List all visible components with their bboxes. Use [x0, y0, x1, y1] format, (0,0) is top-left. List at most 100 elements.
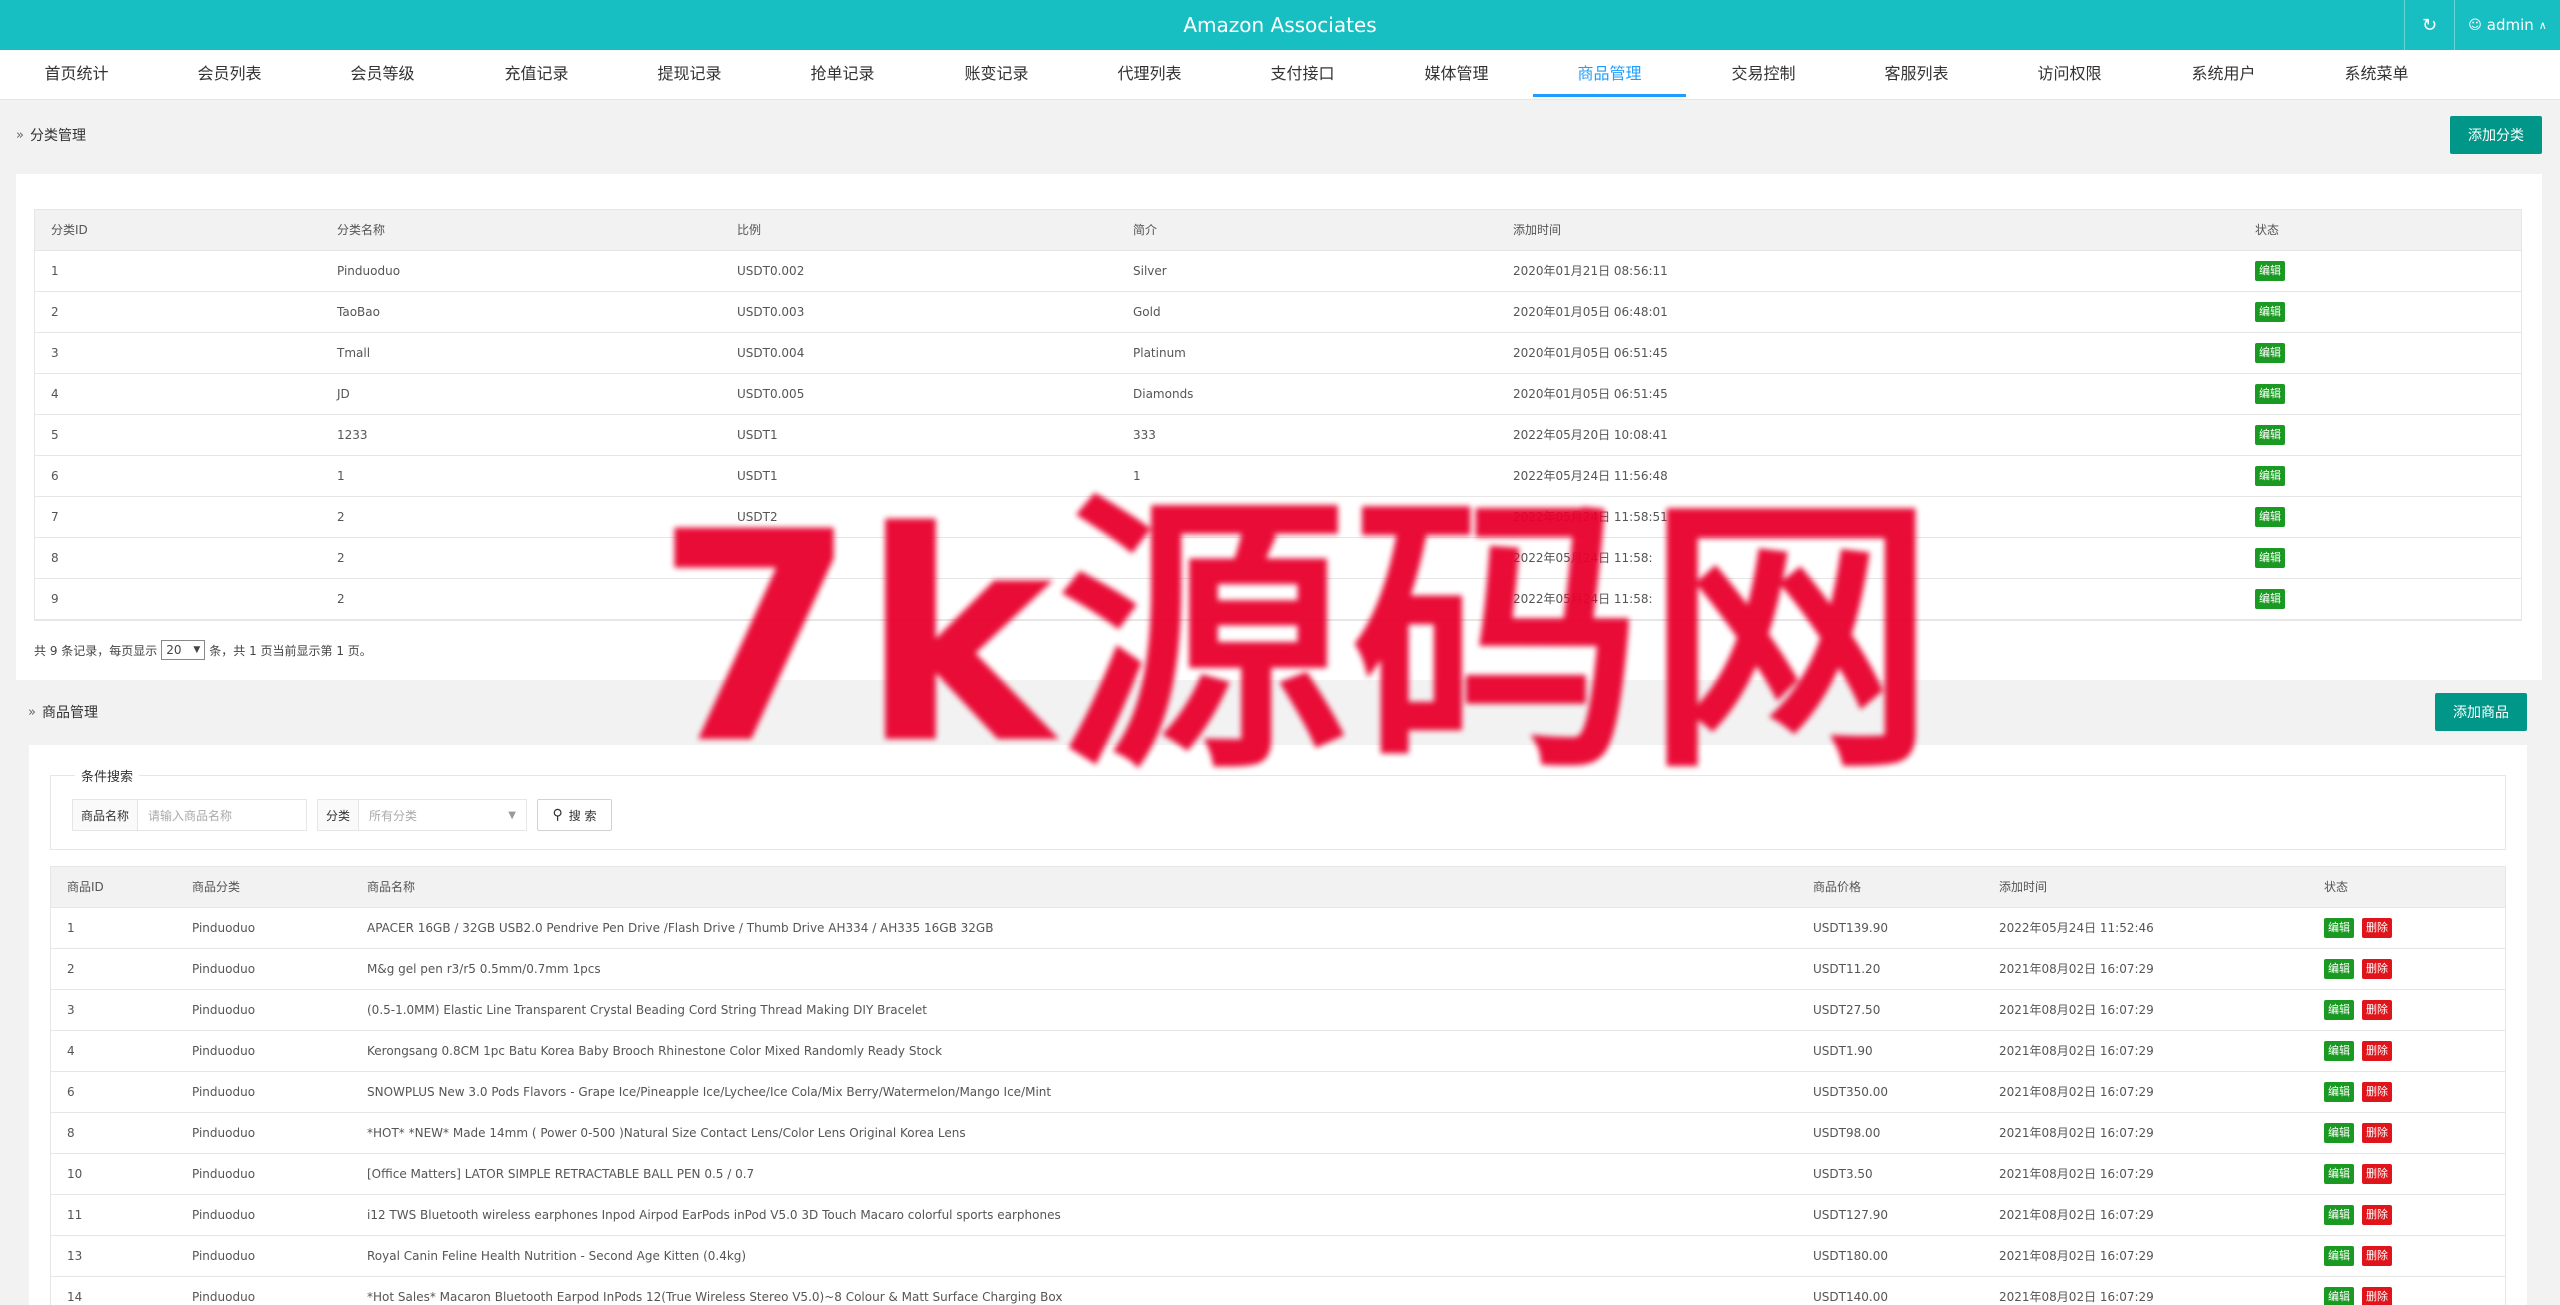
nav-item[interactable]: 账变记录	[920, 50, 1073, 98]
double-chevron-icon: »	[28, 704, 36, 720]
table-cell: USDT2	[721, 496, 1117, 538]
nav-item[interactable]: 商品管理	[1533, 50, 1686, 97]
product-name-input[interactable]: 请输入商品名称	[138, 800, 306, 830]
table-row: 2 Pinduoduo M&g gel pen r3/r5 0.5mm/0.7mm …	[51, 948, 2505, 990]
table-cell: 2021年08月02日 16:07:29	[1983, 1071, 2308, 1113]
status-cell: 编辑	[2239, 537, 2521, 579]
edit-button[interactable]: 编辑	[2255, 588, 2285, 609]
status-cell: 编辑 删除	[2308, 989, 2505, 1031]
table-cell: 10	[51, 1153, 176, 1195]
nav-item[interactable]: 客服列表	[1840, 50, 1993, 98]
table-cell: 2021年08月02日 16:07:29	[1983, 989, 2308, 1031]
table-cell: 2020年01月05日 06:48:01	[1497, 291, 2239, 333]
add-product-button[interactable]: 添加商品	[2435, 693, 2527, 731]
edit-button[interactable]: 编辑	[2324, 917, 2354, 938]
delete-button[interactable]: 删除	[2362, 1286, 2392, 1305]
refresh-button[interactable]: ↻	[2404, 0, 2454, 50]
table-cell: Pinduoduo	[176, 1112, 351, 1154]
category-filter-label: 分类	[318, 800, 360, 830]
edit-button[interactable]: 编辑	[2255, 506, 2285, 527]
nav-item[interactable]: 抢单记录	[766, 50, 919, 98]
edit-button[interactable]: 编辑	[2324, 1163, 2354, 1184]
table-cell: 2021年08月02日 16:07:29	[1983, 1276, 2308, 1305]
delete-button[interactable]: 删除	[2362, 958, 2392, 979]
search-legend: 条件搜索	[75, 766, 140, 785]
edit-button[interactable]: 编辑	[2324, 1245, 2354, 1266]
per-page-value: 20	[166, 643, 182, 657]
edit-button[interactable]: 编辑	[2324, 999, 2354, 1020]
refresh-icon: ↻	[2421, 14, 2438, 36]
nav-item[interactable]: 系统用户	[2147, 50, 2300, 98]
edit-button[interactable]: 编辑	[2255, 260, 2285, 281]
table-cell: 13	[51, 1235, 176, 1277]
nav-item[interactable]: 会员列表	[153, 50, 306, 98]
table-cell	[721, 578, 1117, 620]
nav-item[interactable]: 访问权限	[1993, 50, 2146, 98]
table-row: 1 Pinduoduo USDT0.002 Silver 2020年01月21日 08:…	[35, 250, 2521, 292]
edit-button[interactable]: 编辑	[2324, 1122, 2354, 1143]
nav-item[interactable]: 充值记录	[460, 50, 613, 98]
top-header: Amazon Associates ↻ ☺ admin ∧	[0, 0, 2560, 50]
nav-item[interactable]: 会员等级	[306, 50, 459, 98]
table-row: 7 2 USDT2 2022年05月24日 11:58:51 编辑	[35, 496, 2521, 538]
table-cell: 2020年01月05日 06:51:45	[1497, 373, 2239, 415]
nav-item[interactable]: 提现记录	[613, 50, 766, 98]
table-cell: 2	[321, 496, 721, 538]
delete-button[interactable]: 删除	[2362, 1122, 2392, 1143]
nav-item[interactable]: 首页统计	[0, 50, 153, 98]
edit-button[interactable]: 编辑	[2324, 958, 2354, 979]
table-cell: USDT1	[721, 455, 1117, 497]
nav-item[interactable]: 媒体管理	[1380, 50, 1533, 98]
edit-button[interactable]: 编辑	[2255, 465, 2285, 486]
caret-down-icon: ▼	[508, 809, 516, 821]
edit-button[interactable]: 编辑	[2255, 547, 2285, 568]
column-header: 添加时间	[1497, 210, 2239, 251]
nav-item[interactable]: 交易控制	[1687, 50, 1840, 98]
per-page-select[interactable]: 20 ▼	[161, 640, 206, 660]
nav-item[interactable]: 系统菜单	[2300, 50, 2453, 98]
table-cell: (0.5-1.0MM) Elastic Line Transparent Cry…	[351, 989, 1797, 1031]
delete-button[interactable]: 删除	[2362, 917, 2392, 938]
pager-prefix: 共 9 条记录，每页显示	[34, 643, 158, 658]
table-cell: 7	[35, 496, 321, 538]
search-button[interactable]: ⚲ 搜 索	[537, 799, 612, 831]
add-category-button[interactable]: 添加分类	[2450, 116, 2542, 154]
status-cell: 编辑	[2239, 291, 2521, 333]
delete-button[interactable]: 删除	[2362, 999, 2392, 1020]
edit-button[interactable]: 编辑	[2255, 342, 2285, 363]
table-cell: USDT350.00	[1797, 1071, 1983, 1113]
category-filter-select[interactable]: 所有分类	[359, 800, 508, 830]
table-cell: 14	[51, 1276, 176, 1305]
delete-button[interactable]: 删除	[2362, 1245, 2392, 1266]
table-cell: Gold	[1117, 291, 1497, 333]
table-cell: 2021年08月02日 16:07:29	[1983, 948, 2308, 990]
table-cell: Pinduoduo	[176, 948, 351, 990]
column-header: 状态	[2239, 210, 2521, 251]
delete-button[interactable]: 删除	[2362, 1163, 2392, 1184]
edit-button[interactable]: 编辑	[2324, 1204, 2354, 1225]
status-cell: 编辑	[2239, 373, 2521, 415]
edit-button[interactable]: 编辑	[2324, 1081, 2354, 1102]
nav-item[interactable]: 代理列表	[1073, 50, 1226, 98]
table-cell	[1117, 578, 1497, 620]
delete-button[interactable]: 删除	[2362, 1204, 2392, 1225]
edit-button[interactable]: 编辑	[2324, 1040, 2354, 1061]
edit-button[interactable]: 编辑	[2255, 301, 2285, 322]
edit-button[interactable]: 编辑	[2324, 1286, 2354, 1305]
table-cell: 5	[35, 414, 321, 456]
delete-button[interactable]: 删除	[2362, 1040, 2392, 1061]
delete-button[interactable]: 删除	[2362, 1081, 2392, 1102]
edit-button[interactable]: 编辑	[2255, 383, 2285, 404]
table-cell: Platinum	[1117, 332, 1497, 374]
table-row: 2 TaoBao USDT0.003 Gold 2020年01月05日 06:48:01…	[35, 291, 2521, 333]
table-row: 3 Pinduoduo (0.5-1.0MM) Elastic Line Trans…	[51, 989, 2505, 1031]
status-cell: 编辑	[2239, 332, 2521, 374]
table-cell: 2	[321, 578, 721, 620]
table-cell: APACER 16GB / 32GB USB2.0 Pendrive Pen D…	[351, 907, 1797, 949]
edit-button[interactable]: 编辑	[2255, 424, 2285, 445]
user-menu[interactable]: ☺ admin ∧	[2454, 0, 2560, 50]
table-cell: 9	[35, 578, 321, 620]
nav-item[interactable]: 支付接口	[1226, 50, 1379, 98]
table-cell: 2021年08月02日 16:07:29	[1983, 1153, 2308, 1195]
search-button-label: 搜 索	[568, 808, 597, 823]
